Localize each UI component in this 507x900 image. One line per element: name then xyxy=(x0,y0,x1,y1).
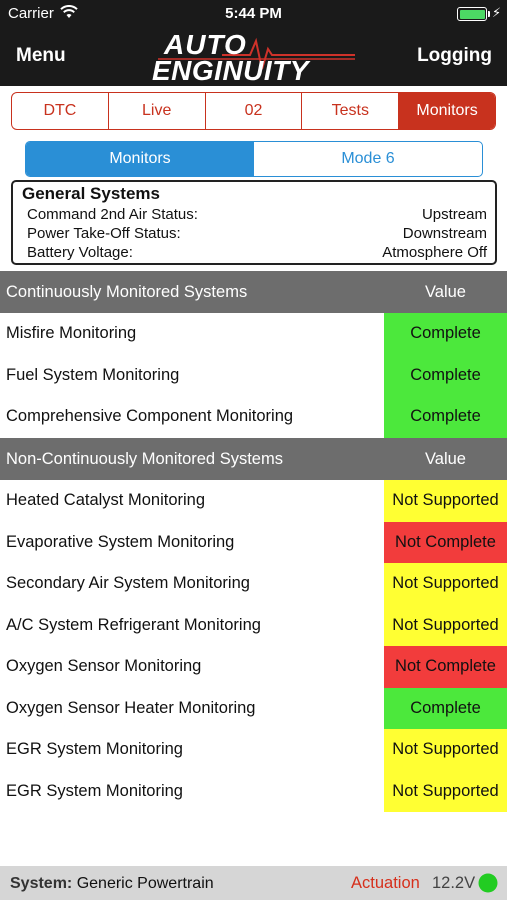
connection-status-icon xyxy=(478,873,498,893)
general-row: Battery Voltage: Atmosphere Off xyxy=(27,244,487,261)
tab-dtc[interactable]: DTC xyxy=(12,93,109,129)
actuation-button[interactable]: Actuation xyxy=(351,874,420,893)
monitor-status: Not Supported xyxy=(384,770,507,812)
general-row-value: Atmosphere Off xyxy=(382,244,487,261)
monitor-name: Misfire Monitoring xyxy=(6,324,137,342)
logging-button[interactable]: Logging xyxy=(417,45,492,67)
monitor-name: Fuel System Monitoring xyxy=(6,365,180,384)
monitor-row[interactable]: A/C System Refrigerant Monitoring Not Su… xyxy=(0,604,507,646)
tab-monitors[interactable]: Monitors xyxy=(399,93,495,129)
non-continuous-value-header: Value xyxy=(425,450,466,468)
segment-monitors[interactable]: Monitors xyxy=(26,142,254,176)
general-row: Command 2nd Air Status: Upstream xyxy=(27,206,487,223)
tab-live[interactable]: Live xyxy=(109,93,206,129)
monitor-status: Not Supported xyxy=(384,480,507,522)
monitor-status: Not Complete xyxy=(384,521,507,563)
monitor-row[interactable]: Heated Catalyst Monitoring Not Supported xyxy=(0,480,507,522)
monitor-row[interactable]: Secondary Air System Monitoring Not Supp… xyxy=(0,563,507,605)
status-footer: System: Generic Powertrain Actuation 12.… xyxy=(0,866,507,900)
nav-bar: Menu AUTO ENGINUITY Logging xyxy=(0,28,507,86)
tab-tests[interactable]: Tests xyxy=(302,93,400,129)
monitor-status: Complete xyxy=(384,313,507,355)
general-row-label: Command 2nd Air Status: xyxy=(27,206,198,223)
monitor-row[interactable]: Evaporative System Monitoring Not Comple… xyxy=(0,521,507,563)
system-value: Generic Powertrain xyxy=(76,875,214,892)
voltage-readout: 12.2V xyxy=(432,874,476,892)
system-indicator: System: Generic Powertrain xyxy=(10,875,214,893)
view-segmented-control: Monitors Mode 6 xyxy=(25,141,483,177)
continuous-section-header: Continuously Monitored Systems Value xyxy=(0,271,507,313)
charging-bolt-icon: ⚡ xyxy=(492,5,502,20)
monitor-name: A/C System Refrigerant Monitoring xyxy=(6,615,261,634)
monitor-status: Complete xyxy=(384,354,507,396)
monitor-row[interactable]: Comprehensive Component Monitoring Compl… xyxy=(0,396,507,438)
general-systems-panel: General Systems Command 2nd Air Status: … xyxy=(11,180,497,265)
general-row-label: Power Take-Off Status: xyxy=(27,225,181,242)
monitor-name: EGR System Monitoring xyxy=(6,781,183,800)
logo-text-enginuity: ENGINUITY xyxy=(152,55,309,86)
monitor-name: Heated Catalyst Monitoring xyxy=(6,491,206,509)
monitor-row[interactable]: EGR System Monitoring Not Supported xyxy=(0,770,507,812)
monitor-row[interactable]: Fuel System Monitoring Complete xyxy=(0,354,507,396)
monitor-status: Not Supported xyxy=(384,729,507,771)
continuous-header-label: Continuously Monitored Systems xyxy=(6,283,248,301)
general-row-value: Upstream xyxy=(421,206,487,223)
segment-mode6[interactable]: Mode 6 xyxy=(254,142,482,176)
general-row-value: Downstream xyxy=(402,225,487,242)
non-continuous-section-header: Non-Continuously Monitored Systems Value xyxy=(0,438,507,480)
menu-button[interactable]: Menu xyxy=(16,45,66,67)
monitor-status: Complete xyxy=(384,687,507,729)
monitor-name: Oxygen Sensor Monitoring xyxy=(6,657,202,675)
monitor-row[interactable]: Oxygen Sensor Monitoring Not Complete xyxy=(0,646,507,688)
app-logo: AUTO ENGINUITY xyxy=(150,29,357,86)
clock: 5:44 PM xyxy=(225,5,282,22)
general-row-label: Battery Voltage: xyxy=(27,244,133,261)
monitor-name: Evaporative System Monitoring xyxy=(6,532,235,551)
monitor-status: Complete xyxy=(384,396,507,438)
general-row: Power Take-Off Status: Downstream xyxy=(27,225,487,242)
monitor-name: Secondary Air System Monitoring xyxy=(6,574,250,592)
monitor-name: EGR System Monitoring xyxy=(6,740,183,758)
monitor-status: Not Complete xyxy=(384,646,507,688)
monitor-row[interactable]: Misfire Monitoring Complete xyxy=(0,313,507,355)
continuous-value-header: Value xyxy=(425,283,466,301)
monitor-name: Comprehensive Component Monitoring xyxy=(6,407,294,425)
monitor-name: Oxygen Sensor Heater Monitoring xyxy=(6,698,256,717)
monitor-row[interactable]: EGR System Monitoring Not Supported xyxy=(0,729,507,771)
tab-o2[interactable]: 02 xyxy=(206,93,303,129)
battery-icon xyxy=(457,7,487,21)
battery-tip xyxy=(488,11,490,17)
system-label: System: xyxy=(10,875,73,892)
monitor-row[interactable]: Oxygen Sensor Heater Monitoring Complete xyxy=(0,687,507,729)
main-tabs: DTC Live 02 Tests Monitors xyxy=(11,92,496,130)
general-systems-title: General Systems xyxy=(22,184,160,203)
monitor-status: Not Supported xyxy=(384,604,507,646)
non-continuous-header-label: Non-Continuously Monitored Systems xyxy=(6,450,283,468)
status-bar: Carrier 5:44 PM ⚡ xyxy=(0,0,507,28)
monitor-status: Not Supported xyxy=(384,563,507,605)
